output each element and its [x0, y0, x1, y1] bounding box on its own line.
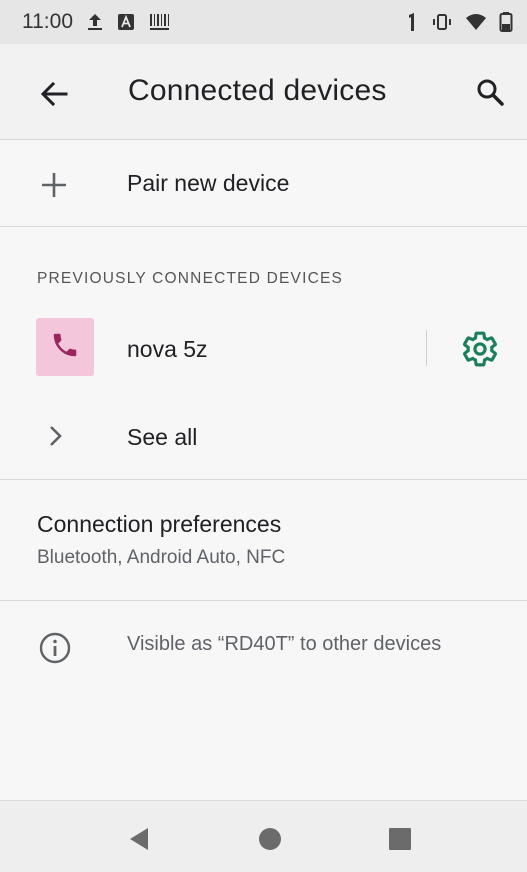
- status-time: 11:00: [22, 10, 73, 33]
- chevron-right-icon: [44, 422, 68, 450]
- connection-preferences-row[interactable]: Connection preferences Bluetooth, Androi…: [0, 481, 527, 601]
- barcode-icon: [149, 13, 171, 31]
- navigation-bar: [0, 800, 527, 872]
- nav-recents-icon[interactable]: [388, 827, 412, 851]
- see-all-label: See all: [127, 424, 198, 450]
- nav-back-icon[interactable]: [126, 825, 152, 853]
- connected-devices-screen: 11:00 Connected devices Pair new device …: [0, 0, 527, 872]
- signal-1-icon: [405, 11, 419, 33]
- previously-connected-header: PREVIOUSLY CONNECTED DEVICES: [37, 270, 344, 287]
- search-icon[interactable]: [474, 76, 508, 110]
- device-name: nova 5z: [127, 336, 208, 362]
- app-bar: Connected devices: [0, 44, 527, 140]
- plus-icon: [38, 169, 70, 201]
- see-all-row[interactable]: See all: [0, 400, 527, 480]
- wifi-icon: [465, 13, 487, 31]
- pair-new-device-label: Pair new device: [127, 170, 290, 196]
- notification-a-icon: [117, 13, 135, 31]
- visibility-info-text: Visible as “RD40T” to other devices: [127, 633, 442, 655]
- battery-icon: [499, 11, 513, 33]
- status-bar: 11:00: [0, 0, 527, 44]
- visibility-info-row: Visible as “RD40T” to other devices: [0, 601, 527, 691]
- device-avatar: [36, 318, 94, 376]
- phone-icon: [50, 330, 80, 365]
- status-left: 11:00: [22, 10, 171, 34]
- upload-icon: [87, 12, 103, 32]
- divider: [426, 330, 427, 366]
- info-icon: [38, 631, 72, 665]
- device-row-nova-5z[interactable]: nova 5z: [0, 312, 527, 384]
- back-arrow-icon[interactable]: [38, 78, 70, 110]
- page-title: Connected devices: [128, 74, 387, 107]
- gear-icon[interactable]: [461, 330, 499, 368]
- connection-preferences-subtitle: Bluetooth, Android Auto, NFC: [37, 547, 286, 568]
- vibrate-icon: [431, 13, 453, 31]
- connection-preferences-title: Connection preferences: [37, 511, 282, 537]
- nav-home-icon[interactable]: [258, 827, 282, 851]
- pair-new-device-row[interactable]: Pair new device: [0, 141, 527, 227]
- status-right: [405, 11, 513, 33]
